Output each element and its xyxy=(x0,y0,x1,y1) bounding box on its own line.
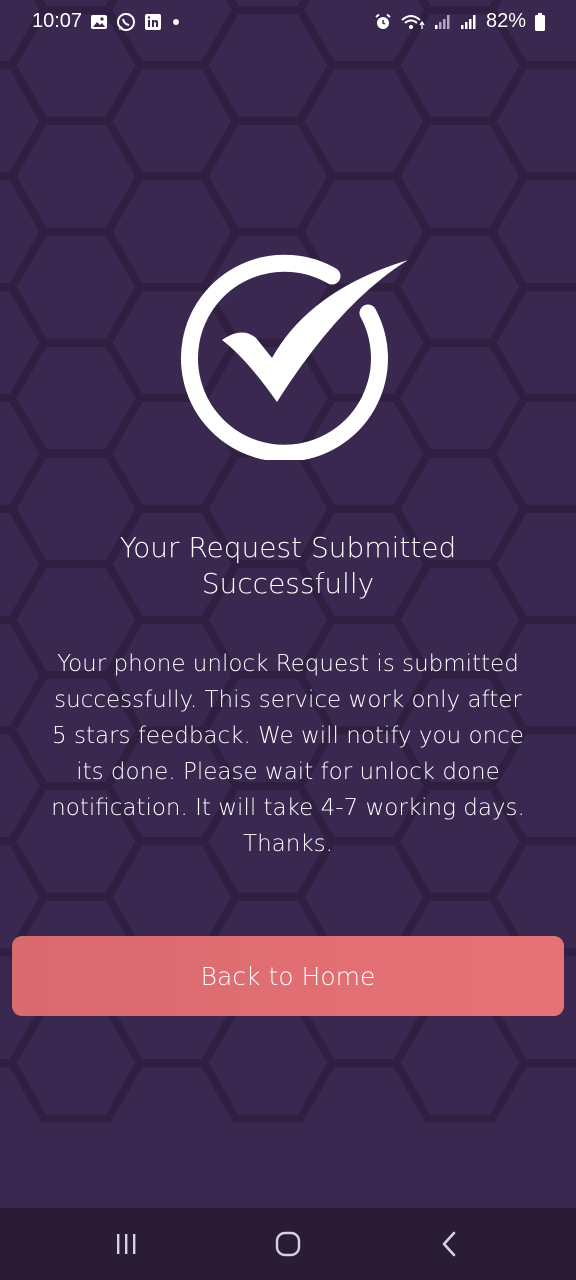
success-message: Your phone unlock Request is submitted s… xyxy=(24,646,552,862)
message-line: its done. Please wait for unlock done xyxy=(76,759,500,785)
message-line: successfully. This service work only aft… xyxy=(54,687,522,713)
message-line: notification. It will take 4-7 working d… xyxy=(51,795,525,821)
page-title: Your Request Submitted Successfully xyxy=(30,530,546,602)
message-line: Your phone unlock Request is submitted xyxy=(57,651,519,677)
system-nav-bar xyxy=(0,1208,576,1280)
gallery-icon xyxy=(90,13,108,31)
status-bar: 10:07 82% xyxy=(0,0,576,44)
home-icon[interactable] xyxy=(268,1226,308,1262)
message-line: Thanks. xyxy=(243,831,333,857)
linkedin-icon xyxy=(144,13,162,31)
status-time: 10:07 xyxy=(32,10,83,32)
dot-icon xyxy=(170,16,182,28)
hexagon-background xyxy=(0,0,576,1210)
battery-icon xyxy=(534,12,546,32)
battery-percent: 82% xyxy=(485,10,526,32)
signal-icon xyxy=(460,13,478,31)
recents-icon[interactable] xyxy=(106,1226,146,1262)
whatsapp-icon xyxy=(116,12,136,32)
alarm-icon xyxy=(374,13,392,31)
wifi-icon xyxy=(400,13,426,31)
back-to-home-button[interactable]: Back to Home xyxy=(12,936,564,1016)
signal-icon xyxy=(434,13,452,31)
title-line: Your Request Submitted xyxy=(119,531,457,564)
message-line: 5 stars feedback. We will notify you onc… xyxy=(52,723,524,749)
title-line: Successfully xyxy=(201,567,375,600)
back-icon[interactable] xyxy=(430,1226,470,1262)
success-check-icon xyxy=(160,240,420,462)
